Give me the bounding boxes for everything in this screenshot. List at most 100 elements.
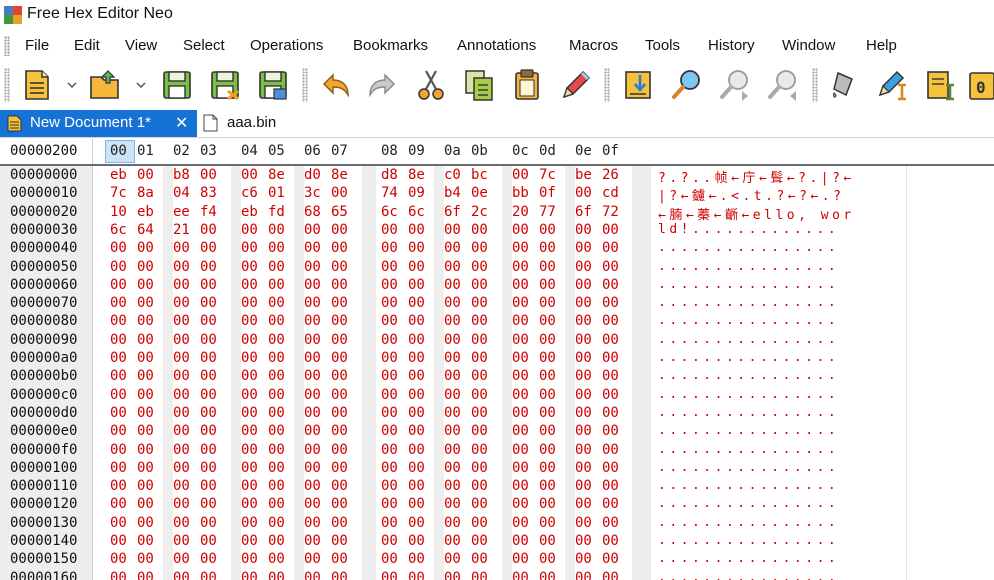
- hex-byte[interactable]: 00: [137, 460, 154, 476]
- hex-byte[interactable]: 00: [539, 313, 556, 329]
- hex-byte[interactable]: 00: [241, 295, 258, 311]
- ascii-text[interactable]: ................: [658, 496, 839, 511]
- hex-byte[interactable]: 00: [268, 295, 285, 311]
- hex-byte[interactable]: 00: [512, 533, 529, 549]
- hex-byte[interactable]: 00: [471, 295, 488, 311]
- hex-byte[interactable]: 00: [512, 277, 529, 293]
- hex-byte[interactable]: 00: [381, 259, 398, 275]
- ascii-text[interactable]: ................: [658, 570, 839, 580]
- hex-byte[interactable]: 00: [304, 313, 321, 329]
- hex-byte[interactable]: 00: [602, 460, 619, 476]
- hex-byte[interactable]: 00: [173, 368, 190, 384]
- hex-byte[interactable]: 00: [241, 387, 258, 403]
- hex-byte[interactable]: 00: [512, 423, 529, 439]
- hex-byte[interactable]: 00: [381, 496, 398, 512]
- ascii-text[interactable]: ................: [658, 295, 839, 310]
- hex-byte[interactable]: 00: [602, 478, 619, 494]
- hex-byte[interactable]: 00: [381, 551, 398, 567]
- hex-data-view[interactable]: 00000000 eb 00 b8 00 00 8e d0 8e d8 8e c0 bc 00 7c be 26…: [0, 166, 994, 580]
- hex-byte[interactable]: 00: [200, 259, 217, 275]
- column-header[interactable]: 02: [173, 143, 190, 159]
- hex-byte[interactable]: 00: [268, 570, 285, 580]
- hex-byte[interactable]: 00: [200, 295, 217, 311]
- hex-byte[interactable]: 00: [444, 350, 461, 366]
- table-row[interactable]: 00000130 00 00 00 00 00 00 00 00 00 00 00 00 00 00 00 00…: [0, 514, 994, 532]
- hex-byte[interactable]: 00: [137, 478, 154, 494]
- hex-byte[interactable]: 00: [602, 405, 619, 421]
- hex-byte[interactable]: 09: [408, 185, 425, 201]
- table-row[interactable]: 000000b0 00 00 00 00 00 00 00 00 00 00 00 00 00 00 00 00…: [0, 367, 994, 385]
- hex-byte[interactable]: 00: [381, 478, 398, 494]
- hex-byte[interactable]: 00: [471, 423, 488, 439]
- hex-byte[interactable]: 00: [200, 460, 217, 476]
- hex-byte[interactable]: 00: [137, 442, 154, 458]
- hex-byte[interactable]: 00: [471, 496, 488, 512]
- hex-byte[interactable]: 00: [381, 442, 398, 458]
- hex-byte[interactable]: 00: [331, 515, 348, 531]
- hex-byte[interactable]: 00: [539, 496, 556, 512]
- hex-byte[interactable]: 00: [539, 387, 556, 403]
- hex-byte[interactable]: eb: [110, 167, 127, 183]
- hex-byte[interactable]: 00: [268, 533, 285, 549]
- hex-byte[interactable]: 04: [173, 185, 190, 201]
- table-row[interactable]: 00000160 00 00 00 00 00 00 00 00 00 00 00 00 00 00 00 00…: [0, 569, 994, 580]
- hex-byte[interactable]: 00: [331, 185, 348, 201]
- hex-byte[interactable]: 00: [575, 478, 592, 494]
- hex-byte[interactable]: 00: [539, 295, 556, 311]
- hex-byte[interactable]: 00: [110, 368, 127, 384]
- ascii-text[interactable]: ................: [658, 332, 839, 347]
- ascii-text[interactable]: ................: [658, 259, 839, 274]
- hex-byte[interactable]: 00: [304, 496, 321, 512]
- hex-byte[interactable]: 00: [241, 240, 258, 256]
- hex-byte[interactable]: 00: [304, 368, 321, 384]
- table-row[interactable]: 00000010 7c 8a 04 83 c6 01 3c 00 74 09 b4 0e bb 0f 00 cd…: [0, 184, 994, 204]
- hex-byte[interactable]: 00: [331, 240, 348, 256]
- paste-button[interactable]: [510, 66, 544, 104]
- hex-byte[interactable]: 00: [137, 277, 154, 293]
- hex-byte[interactable]: 00: [241, 259, 258, 275]
- hex-byte[interactable]: 00: [173, 551, 190, 567]
- hex-byte[interactable]: bb: [512, 185, 529, 201]
- table-row[interactable]: 00000060 00 00 00 00 00 00 00 00 00 00 00 00 00 00 00 00…: [0, 276, 994, 294]
- menu-history[interactable]: History: [708, 37, 755, 54]
- hex-byte[interactable]: 00: [408, 350, 425, 366]
- table-row[interactable]: 00000090 00 00 00 00 00 00 00 00 00 00 00 00 00 00 00 00…: [0, 331, 994, 349]
- hex-byte[interactable]: 00: [512, 570, 529, 580]
- hex-byte[interactable]: c6: [241, 185, 258, 201]
- hex-byte[interactable]: 00: [444, 387, 461, 403]
- insert-button[interactable]: [876, 66, 910, 104]
- hex-byte[interactable]: 00: [512, 332, 529, 348]
- hex-byte[interactable]: 00: [268, 460, 285, 476]
- hex-byte[interactable]: 8a: [137, 185, 154, 201]
- hex-byte[interactable]: 00: [512, 350, 529, 366]
- hex-byte[interactable]: 00: [137, 405, 154, 421]
- open-dropdown-icon[interactable]: [136, 80, 146, 90]
- hex-byte[interactable]: 00: [241, 167, 258, 183]
- hex-byte[interactable]: 00: [200, 313, 217, 329]
- hex-byte[interactable]: 00: [381, 515, 398, 531]
- hex-byte[interactable]: 00: [241, 222, 258, 238]
- hex-byte[interactable]: 00: [304, 533, 321, 549]
- hex-byte[interactable]: 00: [512, 496, 529, 512]
- hex-byte[interactable]: 00: [110, 350, 127, 366]
- hex-byte[interactable]: 00: [575, 350, 592, 366]
- hex-byte[interactable]: 00: [539, 570, 556, 580]
- hex-byte[interactable]: 00: [575, 533, 592, 549]
- hex-byte[interactable]: 00: [602, 277, 619, 293]
- hex-byte[interactable]: 00: [471, 460, 488, 476]
- hex-byte[interactable]: 00: [304, 515, 321, 531]
- tab-new-document-1[interactable]: New Document 1* ✕: [0, 110, 197, 137]
- hex-byte[interactable]: 00: [137, 313, 154, 329]
- hex-byte[interactable]: 00: [304, 551, 321, 567]
- hex-byte[interactable]: 77: [539, 204, 556, 220]
- ascii-text[interactable]: ................: [658, 460, 839, 475]
- hex-byte[interactable]: 00: [539, 240, 556, 256]
- hex-byte[interactable]: 00: [331, 460, 348, 476]
- hex-byte[interactable]: 00: [137, 570, 154, 580]
- column-header[interactable]: 04: [241, 143, 258, 159]
- hex-byte[interactable]: 00: [137, 387, 154, 403]
- hex-byte[interactable]: 00: [110, 496, 127, 512]
- hex-byte[interactable]: 00: [471, 478, 488, 494]
- menu-window[interactable]: Window: [782, 37, 835, 54]
- hex-byte[interactable]: 00: [268, 313, 285, 329]
